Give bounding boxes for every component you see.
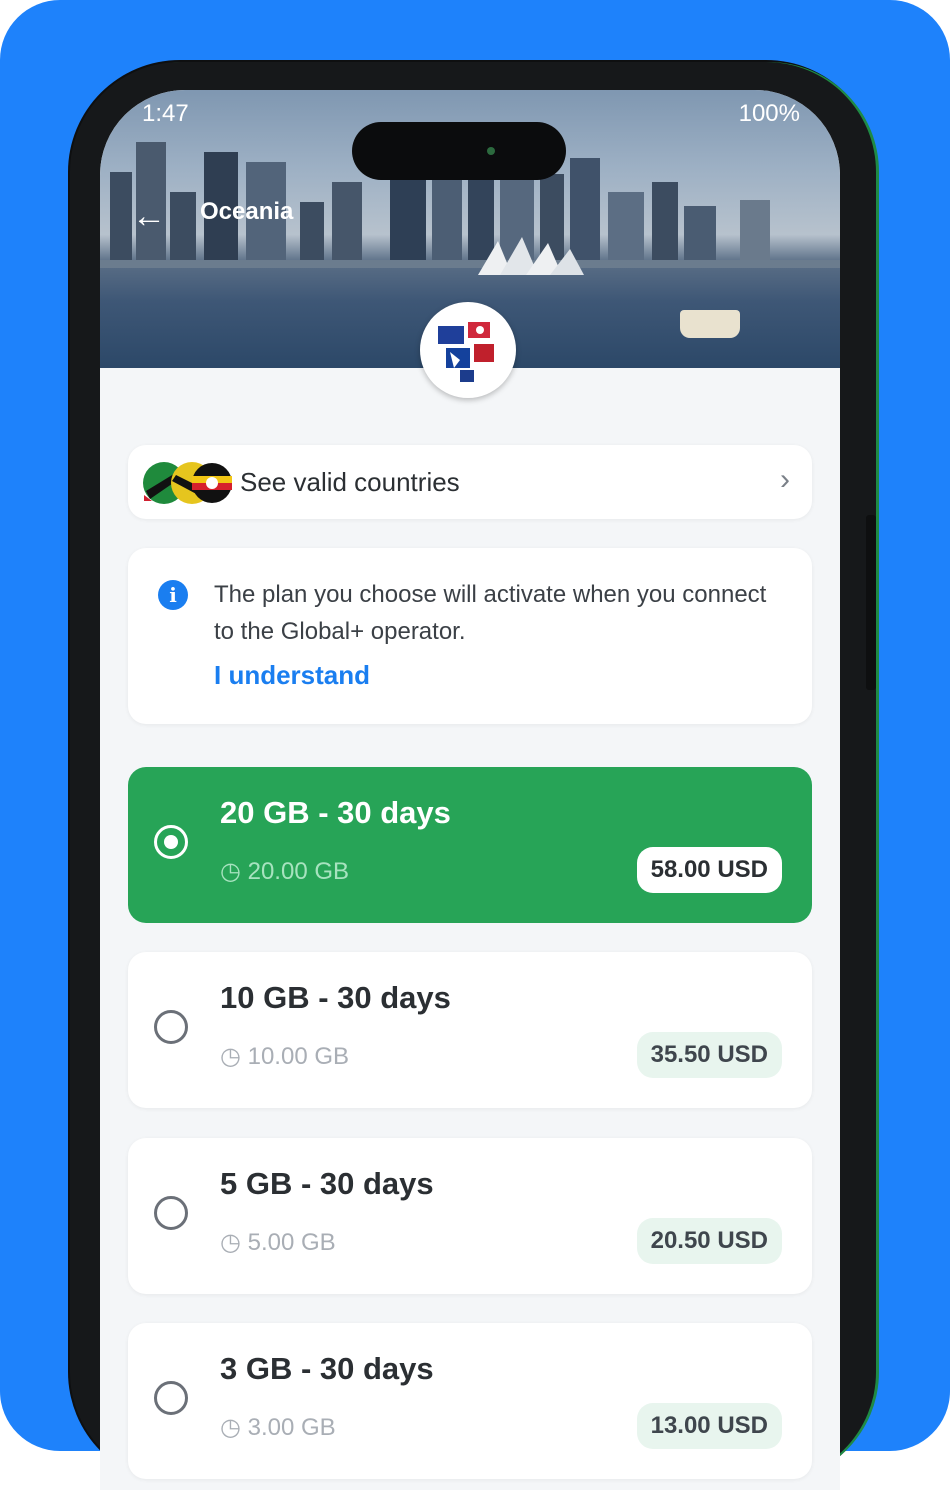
info-icon: i [158, 580, 188, 610]
plan-option-20gb[interactable]: 20 GB - 30 days ◷ 20.00 GB 58.00 USD [128, 767, 812, 923]
plan-title: 3 GB - 30 days [220, 1351, 434, 1386]
plan-option-5gb[interactable]: 5 GB - 30 days ◷ 5.00 GB 20.50 USD [128, 1138, 812, 1294]
plan-data-value: 10.00 GB [247, 1043, 350, 1070]
region-map-icon [420, 302, 516, 398]
clock-icon: ◷ [220, 1414, 248, 1441]
plan-price: 35.50 USD [636, 1032, 782, 1078]
see-valid-countries-label: See valid countries [240, 467, 460, 497]
plan-title: 20 GB - 30 days [220, 795, 451, 830]
plan-title: 10 GB - 30 days [220, 980, 451, 1015]
plan-price: 58.00 USD [636, 847, 782, 893]
radio-unselected-icon[interactable] [154, 1381, 188, 1415]
plan-data-amount: ◷ 10.00 GB [220, 1042, 349, 1071]
plan-data-value: 20.00 GB [247, 858, 350, 885]
plan-price: 20.50 USD [636, 1218, 782, 1264]
plan-data-amount: ◷ 20.00 GB [220, 857, 349, 886]
i-understand-link[interactable]: I understand [214, 660, 370, 691]
plan-data-value: 3.00 GB [247, 1414, 336, 1441]
radio-unselected-icon[interactable] [154, 1010, 188, 1044]
chevron-right-icon: › [780, 463, 790, 496]
plan-option-3gb[interactable]: 3 GB - 30 days ◷ 3.00 GB 13.00 USD [128, 1323, 812, 1479]
activation-notice: i The plan you choose will activate when… [128, 548, 812, 724]
page-title: Oceania [200, 198, 294, 225]
app-screen: 1:47 100% ← Oceania See valid countries … [100, 90, 840, 1490]
country-flags-icon [143, 462, 232, 504]
clock-icon: ◷ [220, 1229, 248, 1256]
radio-unselected-icon[interactable] [154, 1196, 188, 1230]
plan-price: 13.00 USD [636, 1403, 782, 1449]
clock-icon: ◷ [220, 858, 248, 885]
clock-icon: ◷ [220, 1043, 248, 1070]
camera-cutout [352, 122, 566, 180]
plan-option-10gb[interactable]: 10 GB - 30 days ◷ 10.00 GB 35.50 USD [128, 952, 812, 1108]
back-arrow-icon[interactable]: ← [132, 198, 168, 234]
notice-text: The plan you choose will activate when y… [214, 581, 767, 645]
radio-selected-icon[interactable] [154, 825, 188, 859]
plan-data-value: 5.00 GB [247, 1229, 336, 1256]
plan-title: 5 GB - 30 days [220, 1166, 434, 1201]
ferry-graphic [680, 310, 740, 338]
see-valid-countries-row[interactable]: See valid countries › [128, 445, 812, 519]
phone-side-button [866, 515, 876, 690]
plan-data-amount: ◷ 5.00 GB [220, 1228, 336, 1257]
status-battery: 100% [738, 100, 800, 127]
status-time: 1:47 [142, 100, 189, 127]
opera-house-graphic [478, 237, 584, 275]
plan-data-amount: ◷ 3.00 GB [220, 1413, 336, 1442]
